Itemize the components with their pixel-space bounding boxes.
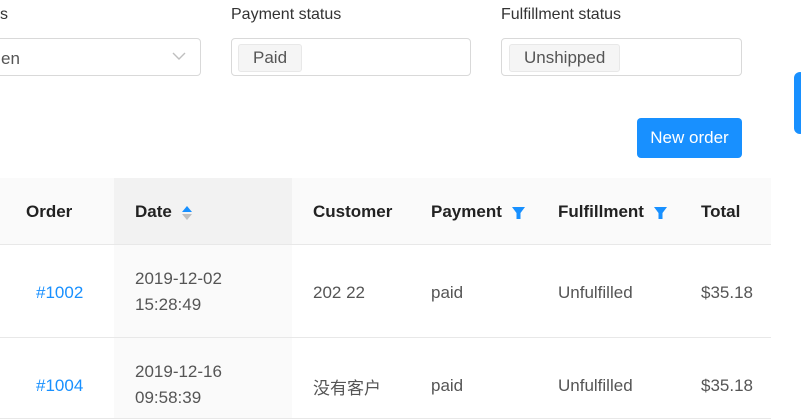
order-date-day: 2019-12-16: [135, 362, 222, 381]
payment-status: paid: [431, 376, 464, 395]
order-date-day: 2019-12-02: [135, 269, 222, 288]
order-total: $35.18: [701, 376, 753, 395]
fulfillment-status-tag[interactable]: Unshipped: [509, 44, 621, 72]
payment-status-select[interactable]: Paid: [231, 38, 471, 76]
column-header-fulfillment[interactable]: Fulfillment: [558, 202, 667, 222]
fulfillment-status: Unfulfilled: [558, 376, 633, 395]
customer-name: 没有客户: [313, 379, 381, 398]
fulfillment-status-label: Fulfillment status: [501, 6, 622, 23]
fulfillment-status: Unfulfilled: [558, 283, 633, 302]
order-date: 2019-12-16 09:58:39: [135, 359, 222, 411]
status-filter-label: s: [0, 6, 8, 23]
column-header-fulfillment-label: Fulfillment: [558, 202, 644, 221]
column-header-order[interactable]: Order: [26, 202, 72, 222]
column-header-date[interactable]: Date: [135, 202, 192, 222]
column-header-payment[interactable]: Payment: [431, 202, 525, 222]
table-row[interactable]: #1004 2019-12-16 09:58:39 没有客户 paid Unfu…: [0, 338, 771, 419]
order-date-time: 15:28:49: [135, 295, 202, 314]
column-header-customer[interactable]: Customer: [313, 202, 392, 222]
payment-status-tag[interactable]: Paid: [238, 44, 303, 72]
table-row[interactable]: #1002 2019-12-02 15:28:49 202 22 paid Un…: [0, 245, 771, 338]
status-select[interactable]: en: [0, 38, 201, 76]
fulfillment-status-select[interactable]: Unshipped: [501, 38, 742, 76]
order-date-time: 09:58:39: [135, 388, 202, 407]
filter-icon[interactable]: [511, 206, 525, 219]
chevron-down-icon: [172, 52, 186, 60]
order-date: 2019-12-02 15:28:49: [135, 266, 222, 318]
payment-status-label: Payment status: [231, 6, 342, 23]
order-link[interactable]: #1002: [36, 283, 83, 303]
table-header: Order Date Customer Payment Fulfillment …: [0, 178, 771, 245]
column-header-date-label: Date: [135, 202, 172, 221]
filter-icon[interactable]: [653, 206, 667, 219]
order-total: $35.18: [701, 283, 753, 302]
column-header-payment-label: Payment: [431, 202, 502, 221]
customer-name: 202 22: [313, 283, 365, 302]
new-order-button[interactable]: New order: [637, 118, 742, 158]
status-select-value: en: [1, 49, 20, 68]
column-header-total[interactable]: Total: [701, 202, 740, 222]
payment-status: paid: [431, 283, 464, 302]
order-link[interactable]: #1004: [36, 376, 83, 396]
side-panel-handle[interactable]: [794, 72, 801, 134]
sort-icon[interactable]: [181, 205, 192, 221]
